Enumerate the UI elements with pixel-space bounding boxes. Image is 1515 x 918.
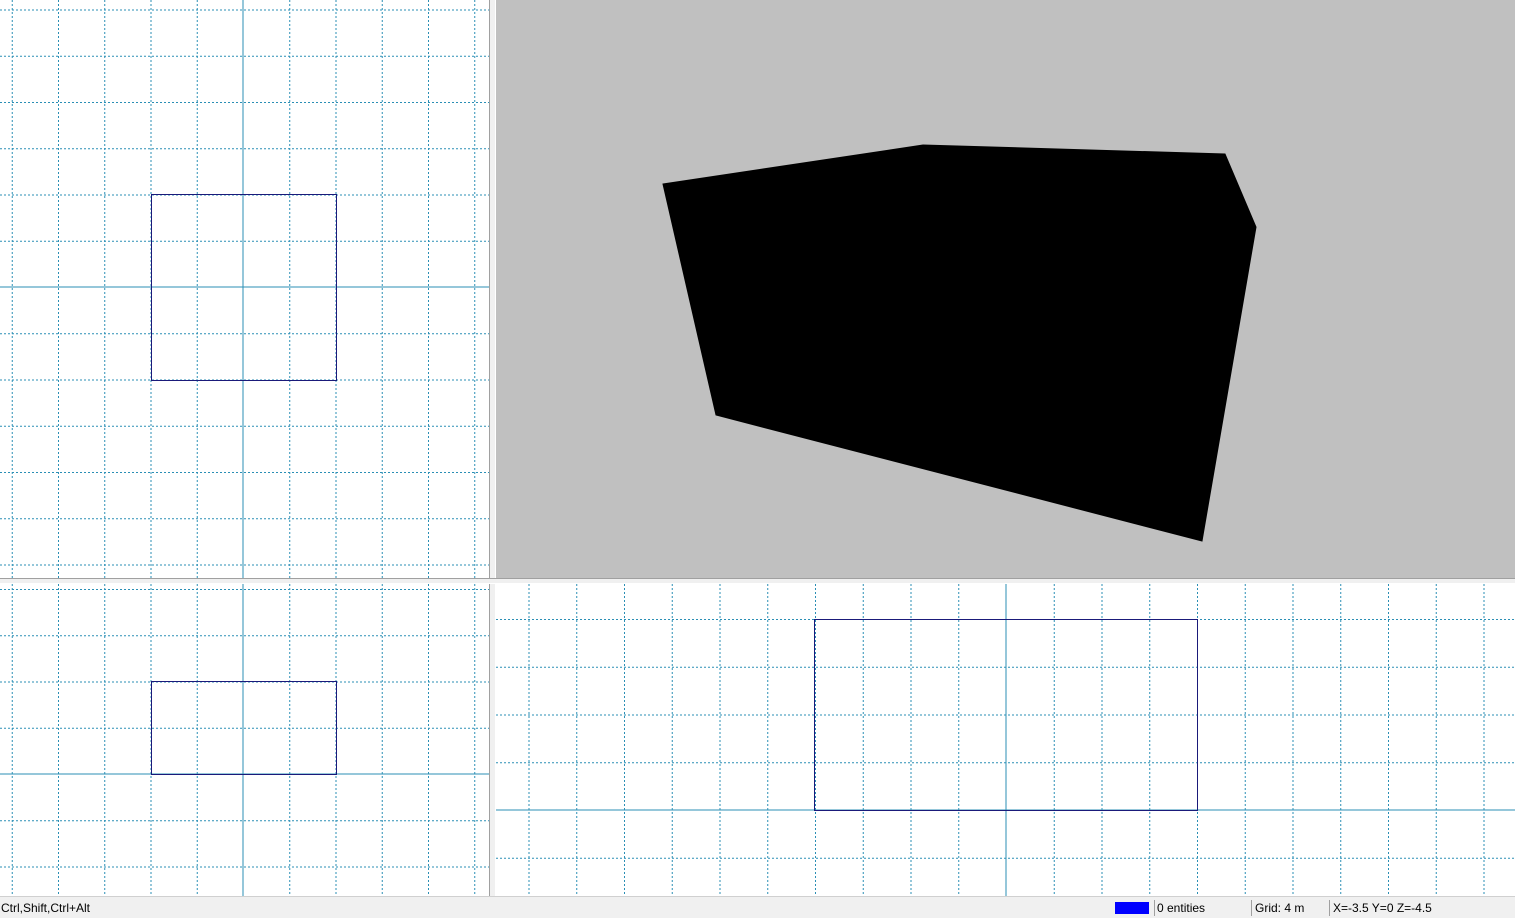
brush-solid-3d[interactable] xyxy=(662,144,1257,542)
viewport-splitter-vertical[interactable] xyxy=(489,0,496,896)
viewport-top-left-orthographic[interactable] xyxy=(0,0,489,578)
viewport-bottom-left-orthographic[interactable] xyxy=(0,584,489,896)
grid-lines xyxy=(0,0,489,578)
grid-canvas[interactable] xyxy=(496,584,1515,896)
status-color-swatch xyxy=(1115,902,1149,914)
viewport-perspective-3d[interactable] xyxy=(496,0,1515,578)
grid-canvas[interactable] xyxy=(0,584,489,896)
viewport-bottom-right-orthographic[interactable] xyxy=(496,584,1515,896)
status-bar: Ctrl,Shift,Ctrl+Alt 0 entities Grid: 4 m… xyxy=(0,896,1515,918)
level-editor-window: Ctrl,Shift,Ctrl+Alt 0 entities Grid: 4 m… xyxy=(0,0,1515,918)
status-key-hint: Ctrl,Shift,Ctrl+Alt xyxy=(1,901,91,915)
status-grid-size: Grid: 4 m xyxy=(1251,900,1327,916)
status-entity-count: 0 entities xyxy=(1154,900,1249,916)
grid-canvas[interactable] xyxy=(0,0,489,578)
grid-lines xyxy=(0,584,489,896)
viewport-splitter-horizontal[interactable] xyxy=(0,578,1515,584)
perspective-canvas[interactable] xyxy=(496,0,1515,578)
status-cursor-coordinates: X=-3.5 Y=0 Z=-4.5 xyxy=(1329,900,1513,916)
